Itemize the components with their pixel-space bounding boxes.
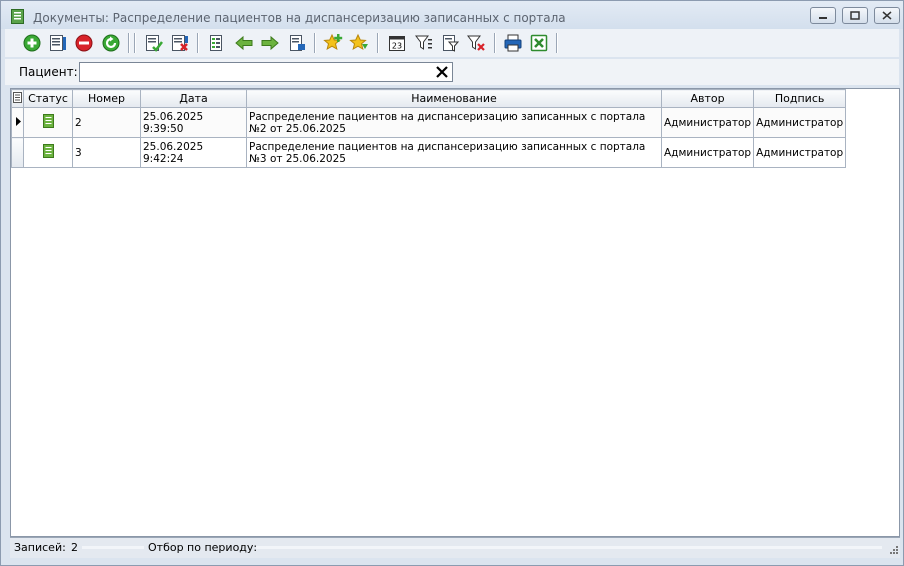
- column-header-signature[interactable]: Подпись: [753, 89, 847, 108]
- back-button[interactable]: [233, 32, 255, 54]
- column-chooser-icon: [13, 91, 22, 103]
- calendar-button[interactable]: 23: [386, 32, 408, 54]
- column-header-status[interactable]: Статус: [23, 89, 73, 108]
- author-cell: Администратор: [660, 107, 755, 138]
- signature-cell: Администратор: [753, 137, 847, 168]
- status-cell: [23, 107, 73, 138]
- document-icon: [11, 9, 24, 24]
- favorite-down-icon: [349, 33, 368, 51]
- resize-grip-icon[interactable]: [888, 544, 898, 554]
- minimize-icon: [819, 17, 827, 19]
- name-cell: Распределение пациентов на диспансеризац…: [246, 107, 662, 138]
- clear-icon: [436, 66, 448, 78]
- toolbar-separator: [377, 33, 379, 53]
- app-window: Документы: Распределение пациентов на ди…: [0, 0, 904, 566]
- filter-clear-button[interactable]: [465, 32, 487, 54]
- favorite-add-icon: [323, 33, 343, 51]
- filter-edit-button[interactable]: [439, 32, 461, 54]
- minimize-button[interactable]: [810, 7, 836, 24]
- status-divider: [256, 546, 882, 549]
- close-window-button[interactable]: [874, 7, 900, 24]
- filter-edit-icon: [443, 35, 460, 52]
- date-cell: 25.06.2025 9:42:24: [140, 137, 247, 168]
- document-status-icon: [42, 144, 54, 158]
- export-button[interactable]: [286, 32, 308, 54]
- print-button[interactable]: [502, 32, 524, 54]
- period-filter-label: Отбор по периоду:: [148, 541, 258, 554]
- name-cell: Распределение пациентов на диспансеризац…: [246, 137, 662, 168]
- favorite-button[interactable]: [348, 32, 370, 54]
- calendar-icon: 23: [389, 36, 405, 51]
- refresh-button[interactable]: [100, 32, 122, 54]
- column-chooser-button[interactable]: [11, 89, 24, 108]
- toolbar-separator: [556, 33, 558, 53]
- arrow-left-icon: [235, 35, 253, 51]
- toolbar-separator: [134, 33, 136, 53]
- properties-button[interactable]: [206, 32, 228, 54]
- print-icon: [504, 34, 522, 52]
- unsign-button[interactable]: [169, 32, 191, 54]
- column-header-date[interactable]: Дата: [140, 89, 247, 108]
- number-cell: 2: [72, 107, 141, 138]
- table-header-row: Статус Номер Дата Наименование Автор Под…: [11, 89, 847, 108]
- excel-export-button[interactable]: [528, 32, 550, 54]
- filter-button[interactable]: [413, 32, 435, 54]
- date-cell: 25.06.2025 9:39:50: [140, 107, 247, 138]
- documents-table: Статус Номер Дата Наименование Автор Под…: [11, 89, 847, 168]
- sign-doc-icon: [146, 35, 163, 52]
- toolbar: 23: [5, 29, 899, 57]
- patient-filter-bar: Пациент:: [5, 59, 899, 85]
- current-row-arrow-icon: [15, 116, 21, 126]
- title-bar[interactable]: Документы: Распределение пациентов на ди…: [1, 1, 903, 29]
- toolbar-separator: [314, 33, 316, 53]
- document-status-icon: [42, 114, 54, 128]
- sign-button[interactable]: [143, 32, 165, 54]
- forward-button[interactable]: [259, 32, 281, 54]
- refresh-icon: [102, 34, 120, 52]
- add-icon: [23, 34, 41, 52]
- documents-grid: Статус Номер Дата Наименование Автор Под…: [10, 88, 900, 537]
- number-cell: 3: [72, 137, 141, 168]
- signature-cell: Администратор: [753, 107, 847, 138]
- toolbar-separator: [197, 33, 199, 53]
- records-count: 2: [71, 541, 78, 554]
- table-row[interactable]: 2 25.06.2025 9:39:50 Распределение пацие…: [11, 107, 847, 138]
- export-doc-icon: [290, 35, 305, 51]
- arrow-right-icon: [261, 35, 279, 51]
- toolbar-separator: [128, 33, 130, 53]
- svg-text:23: 23: [392, 42, 402, 51]
- unsign-doc-icon: [172, 35, 188, 51]
- column-header-author[interactable]: Автор: [660, 89, 755, 108]
- toolbar-separator: [494, 33, 496, 53]
- patient-input[interactable]: [79, 62, 453, 82]
- row-indicator: [11, 137, 24, 168]
- filter-icon: [415, 35, 432, 50]
- clear-patient-button[interactable]: [433, 64, 451, 80]
- delete-button[interactable]: [73, 32, 95, 54]
- delete-icon: [75, 34, 93, 52]
- add-button[interactable]: [21, 32, 43, 54]
- status-bar: Записей: 2 Отбор по периоду:: [10, 537, 900, 558]
- column-header-name[interactable]: Наименование: [246, 89, 662, 108]
- status-cell: [23, 137, 73, 168]
- filter-clear-icon: [467, 35, 485, 51]
- add-favorite-button[interactable]: [322, 32, 344, 54]
- edit-button[interactable]: [47, 32, 69, 54]
- row-indicator: [11, 107, 24, 138]
- close-icon: [882, 11, 892, 20]
- restore-icon: [850, 11, 860, 20]
- author-cell: Администратор: [660, 137, 755, 168]
- maximize-button[interactable]: [842, 7, 868, 24]
- properties-icon: [210, 35, 222, 51]
- excel-icon: [530, 34, 548, 52]
- status-divider: [82, 546, 144, 549]
- edit-doc-icon: [50, 35, 66, 51]
- records-label: Записей:: [14, 541, 66, 554]
- column-header-number[interactable]: Номер: [72, 89, 141, 108]
- window-title: Документы: Распределение пациентов на ди…: [33, 11, 566, 25]
- patient-label: Пациент:: [19, 65, 78, 79]
- table-row[interactable]: 3 25.06.2025 9:42:24 Распределение пацие…: [11, 137, 847, 168]
